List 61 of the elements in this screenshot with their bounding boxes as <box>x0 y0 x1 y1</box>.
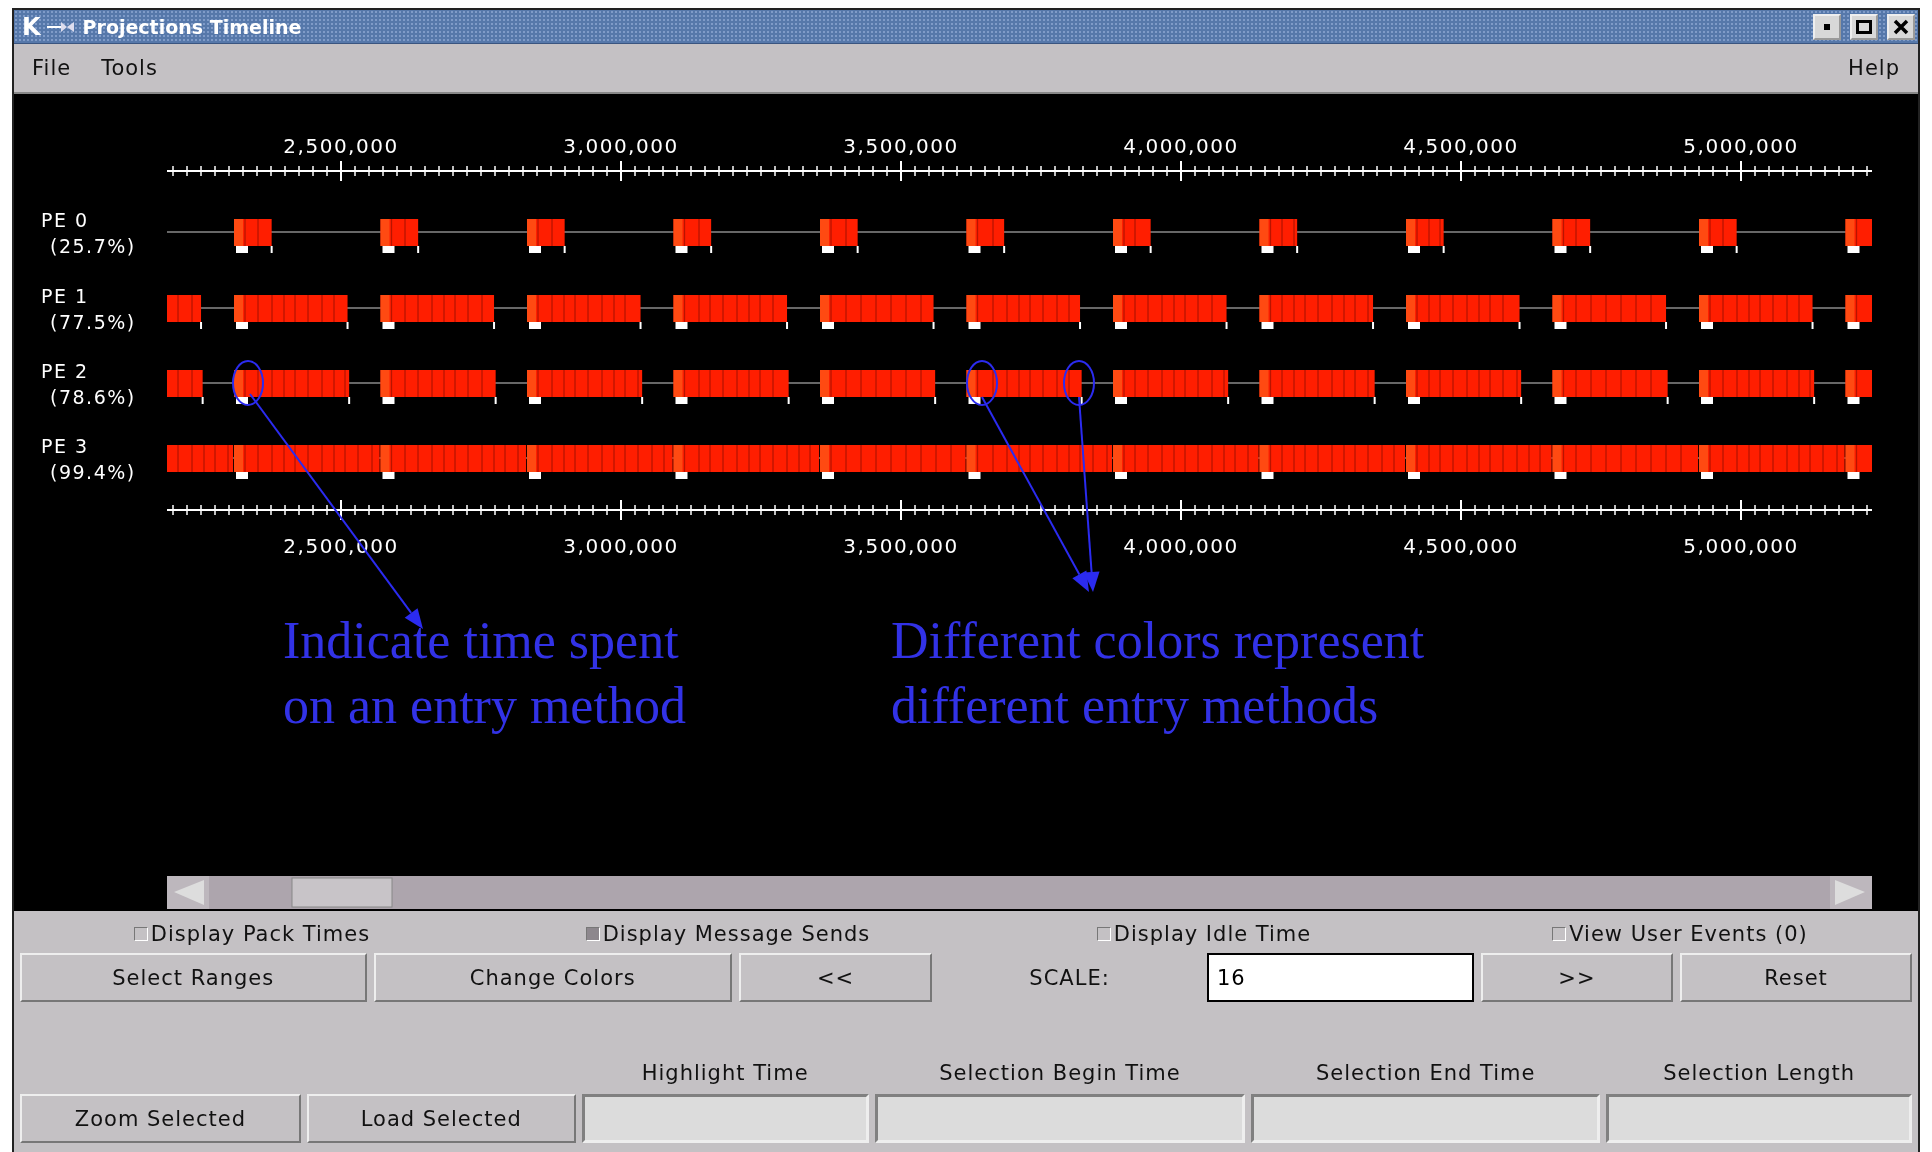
menu-item[interactable]: Help <box>1848 56 1900 80</box>
time-field[interactable] <box>1606 1094 1912 1143</box>
pin-icon <box>46 19 77 34</box>
selection-button[interactable]: Zoom Selected <box>20 1094 301 1143</box>
checkbox-label[interactable]: Display Pack Times <box>150 922 371 946</box>
toolbar-button[interactable]: Reset <box>1680 953 1912 1002</box>
checkbox[interactable] <box>1096 927 1111 941</box>
minimize-button[interactable] <box>1813 13 1841 40</box>
close-button[interactable] <box>1887 13 1915 40</box>
axis-label: 5,000,000 <box>1683 534 1799 558</box>
utilization-label: (99.4%) <box>50 461 136 483</box>
checkbox[interactable] <box>133 927 148 941</box>
minimize-icon <box>1822 21 1832 32</box>
field-label: Selection Begin Time <box>939 1061 1181 1085</box>
annotation-ellipse <box>966 360 998 406</box>
time-field[interactable] <box>581 1094 869 1143</box>
toolbar-button[interactable]: >> <box>1480 953 1673 1002</box>
processor-label: PE 1 <box>41 285 89 307</box>
axis-label: 4,500,000 <box>1403 134 1519 158</box>
menu-item[interactable]: Tools <box>101 56 158 80</box>
toolbar-button[interactable]: Change Colors <box>373 953 732 1002</box>
axis-label: 4,000,000 <box>1123 134 1239 158</box>
scrollbar-thumb[interactable] <box>291 877 393 908</box>
axis-label: 3,000,000 <box>563 134 679 158</box>
selection-button[interactable]: Load Selected <box>306 1094 576 1143</box>
axis-label: 3,500,000 <box>843 534 959 558</box>
annotation-ellipse <box>1063 360 1095 406</box>
field-label: Selection Length <box>1663 1061 1855 1085</box>
processor-label: PE 2 <box>41 360 89 382</box>
close-icon <box>1893 18 1909 35</box>
axis-label: 5,000,000 <box>1683 134 1799 158</box>
menu-item[interactable]: File <box>32 56 72 80</box>
scrollbar[interactable] <box>167 876 1872 909</box>
checkbox[interactable] <box>1552 927 1567 941</box>
scale-field[interactable]: 16 <box>1207 953 1474 1002</box>
checkbox-label[interactable]: Display Idle Time <box>1113 922 1312 946</box>
toolbar-button[interactable]: Select Ranges <box>20 953 367 1002</box>
axis-label: 2,500,000 <box>283 134 399 158</box>
annotation-text: Indicate time spent on an entry method <box>283 611 686 736</box>
utilization-label: (77.5%) <box>50 311 136 333</box>
annotation-ellipse <box>232 360 264 406</box>
maximize-icon <box>1856 19 1872 34</box>
scale-label: SCALE: <box>1029 965 1110 990</box>
axis-label: 4,500,000 <box>1403 534 1519 558</box>
field-label: Highlight Time <box>641 1061 809 1085</box>
axis-label: 3,500,000 <box>843 134 959 158</box>
window-title: Projections Timeline <box>82 15 302 38</box>
annotation-text: Different colors represent different entry methods <box>891 611 1425 736</box>
axis-label: 4,000,000 <box>1123 534 1239 558</box>
utilization-label: (25.7%) <box>50 235 136 257</box>
toolbar-button[interactable]: << <box>738 953 933 1002</box>
maximize-button[interactable] <box>1850 13 1878 40</box>
time-field[interactable] <box>874 1094 1246 1143</box>
axis-label: 3,000,000 <box>563 534 679 558</box>
utilization-label: (78.6%) <box>50 386 136 408</box>
processor-label: PE 3 <box>41 435 89 457</box>
processor-label: PE 0 <box>41 209 89 231</box>
checkbox-label[interactable]: View User Events (0) <box>1569 922 1808 946</box>
field-label: Selection End Time <box>1316 1061 1536 1085</box>
app-logo: K <box>22 14 41 39</box>
time-field[interactable] <box>1251 1094 1601 1143</box>
